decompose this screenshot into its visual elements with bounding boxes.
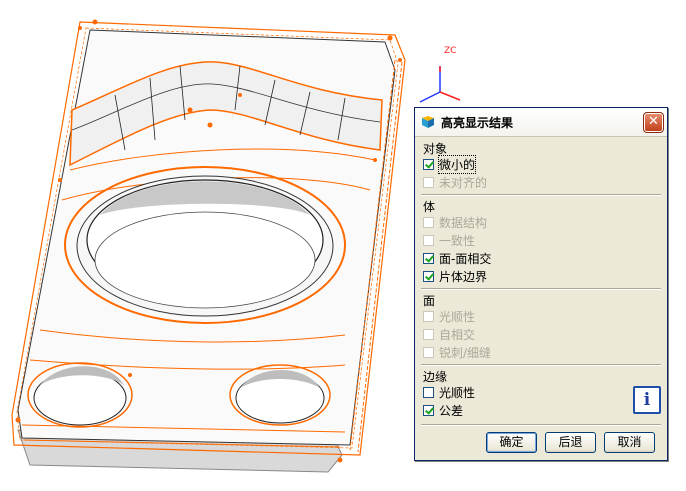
- separator: [421, 288, 661, 290]
- checkbox-box[interactable]: [423, 328, 434, 340]
- checkbox-label: 光顺性: [439, 309, 476, 324]
- checkbox-face-smoothness[interactable]: 光顺性: [423, 308, 475, 324]
- cancel-button[interactable]: 取消: [604, 432, 655, 453]
- checkbox-box[interactable]: [423, 158, 434, 170]
- checkbox-label: 锐刺/细缝: [439, 345, 492, 360]
- checkbox-label: 数据结构: [439, 215, 488, 230]
- checkbox-tolerance[interactable]: 公差: [423, 402, 463, 418]
- checkbox-label: 一致性: [439, 233, 476, 248]
- checkbox-box[interactable]: [423, 310, 434, 322]
- separator: [421, 424, 661, 426]
- dialog-app-icon: [422, 116, 434, 128]
- checkbox-label: 片体边界: [439, 269, 488, 284]
- checkbox-label: 面-面相交: [439, 251, 492, 266]
- checkbox-spikes-cuts[interactable]: 锐刺/细缝: [423, 344, 491, 360]
- checkbox-self-intersection[interactable]: 自相交: [423, 326, 475, 342]
- checkbox-box[interactable]: [423, 404, 434, 416]
- checkbox-edge-smoothness[interactable]: 光顺性: [423, 384, 475, 400]
- checkbox-label: 微小的: [437, 154, 477, 174]
- checkbox-tiny[interactable]: 微小的: [423, 154, 477, 174]
- separator: [421, 364, 661, 366]
- zc-axis-label: ZC: [444, 46, 457, 56]
- checkbox-consistency[interactable]: 一致性: [423, 232, 475, 248]
- checkbox-sheet-boundary[interactable]: 片体边界: [423, 268, 487, 284]
- separator: [421, 194, 661, 196]
- dialog-title: 高亮显示结果: [441, 116, 514, 130]
- checkbox-data-structure[interactable]: 数据结构: [423, 214, 487, 230]
- checkbox-face-face-intersection[interactable]: 面-面相交: [423, 250, 491, 266]
- close-button[interactable]: ✕: [643, 112, 664, 133]
- close-icon: ✕: [648, 114, 659, 129]
- checkbox-label: 公差: [439, 403, 464, 418]
- checkbox-box[interactable]: [423, 176, 434, 188]
- ok-button[interactable]: 确定: [486, 432, 537, 453]
- section-label-body: 体: [423, 200, 436, 214]
- section-label-face: 面: [423, 294, 436, 308]
- highlight-results-dialog: 高亮显示结果 ✕ 对象 微小的 未对齐的 体 数据结构 一致性 面-面相交 片体…: [414, 107, 668, 461]
- section-label-edge: 边缘: [423, 370, 448, 384]
- checkbox-box[interactable]: [423, 234, 434, 246]
- checkbox-box[interactable]: [423, 270, 434, 282]
- back-button[interactable]: 后退: [545, 432, 596, 453]
- checkbox-box[interactable]: [423, 386, 434, 398]
- checkbox-box[interactable]: [423, 346, 434, 358]
- wcs-axis-icon: [419, 66, 461, 103]
- checkbox-misaligned[interactable]: 未对齐的: [423, 174, 487, 190]
- main-bore-bottom: [94, 211, 316, 309]
- checkbox-label: 未对齐的: [439, 175, 488, 190]
- info-icon: i: [643, 390, 651, 410]
- section-label-object: 对象: [423, 142, 448, 156]
- checkbox-box[interactable]: [423, 216, 434, 228]
- checkbox-label: 自相交: [439, 327, 476, 342]
- checkbox-label: 光顺性: [439, 385, 476, 400]
- checkbox-box[interactable]: [423, 252, 434, 264]
- dialog-titlebar[interactable]: 高亮显示结果 ✕: [415, 108, 667, 137]
- info-button[interactable]: i: [633, 386, 661, 414]
